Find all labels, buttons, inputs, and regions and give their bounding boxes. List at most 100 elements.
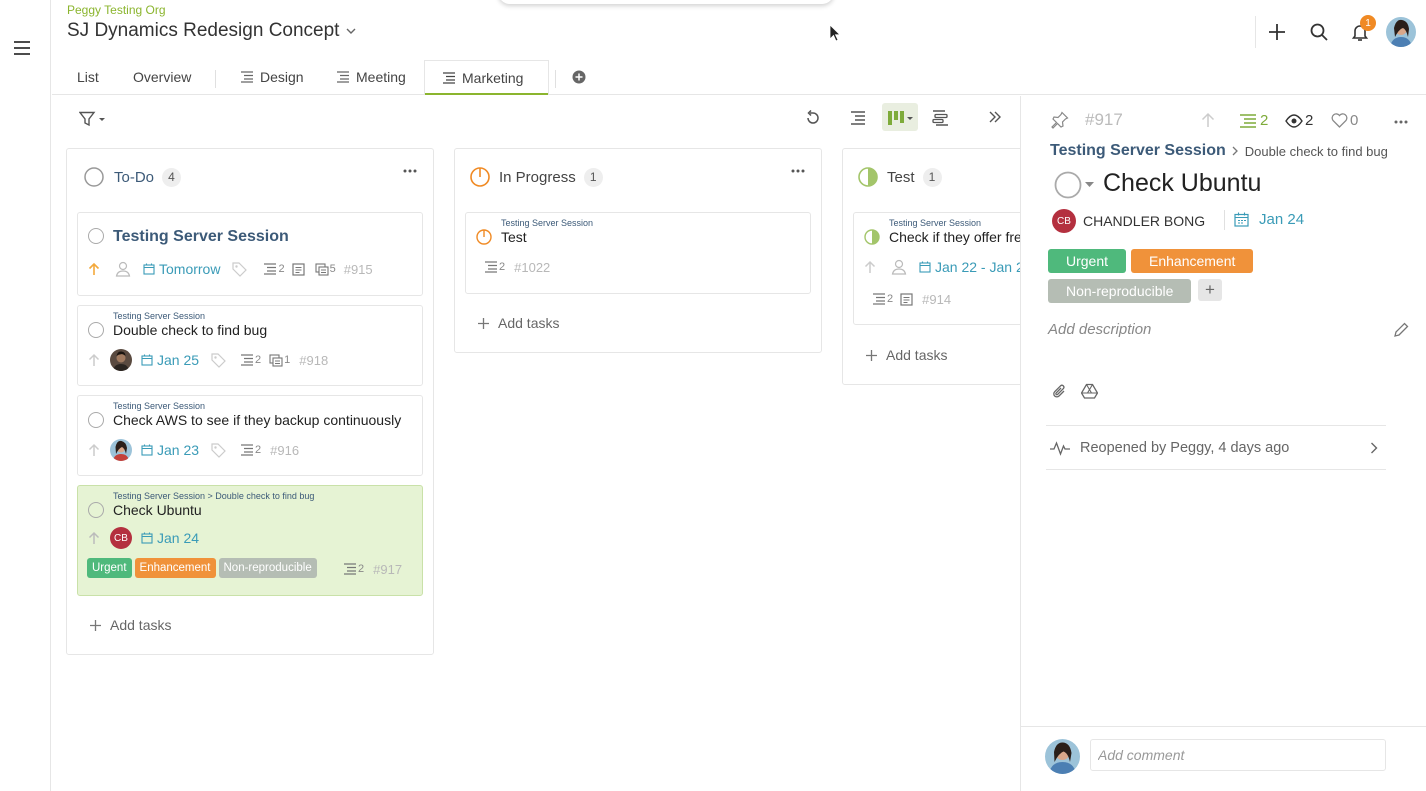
status-in-progress-icon[interactable] [476, 229, 492, 245]
hamburger-icon[interactable] [13, 39, 31, 57]
more-icon[interactable] [791, 169, 805, 173]
status-test-icon [858, 167, 878, 187]
chevron-right-icon [1370, 442, 1378, 454]
google-drive-icon[interactable] [1081, 383, 1098, 399]
due-date[interactable]: Jan 24 [141, 530, 199, 546]
detail-tag-non-reproducible[interactable]: Non-reproducible [1048, 279, 1192, 303]
priority-arrow-icon[interactable] [88, 262, 100, 276]
detail-likes[interactable]: 0 [1331, 112, 1358, 129]
tag-icon[interactable] [232, 261, 248, 277]
breadcrumb-parent[interactable]: Testing Server Session [1050, 142, 1226, 160]
due-date[interactable]: Jan 22 - Jan 2 [919, 259, 1020, 275]
view-tabs: List Overview Design Meeting Marketing [52, 60, 1426, 95]
task-card-917[interactable]: Testing Server Session > Double check to… [77, 485, 423, 596]
org-name[interactable]: Peggy Testing Org [67, 3, 166, 17]
priority-arrow-icon[interactable] [88, 353, 100, 367]
more-icon[interactable] [403, 169, 417, 173]
user-icon[interactable] [115, 261, 131, 277]
assignee-avatar[interactable]: CB [110, 527, 132, 549]
add-tasks-button[interactable]: Add tasks [89, 617, 171, 633]
priority-arrow-icon[interactable] [88, 531, 100, 545]
tag-icon[interactable] [211, 442, 226, 458]
detail-due-date[interactable]: Jan 24 [1234, 211, 1304, 228]
kanban-board: To-Do 4 Testing Server Session Tomorrow … [52, 96, 1020, 791]
plus-icon[interactable] [1265, 20, 1289, 44]
card-meta: 2 #1022 [484, 258, 550, 276]
search-icon[interactable] [1307, 20, 1331, 44]
detail-tag-urgent[interactable]: Urgent [1048, 249, 1127, 273]
detail-watchers[interactable]: 2 [1285, 112, 1313, 129]
due-date[interactable]: Tomorrow [143, 261, 220, 277]
plus-icon [865, 349, 878, 362]
priority-arrow-icon[interactable] [88, 443, 100, 457]
card-meta-right: 2 #917 [343, 560, 402, 578]
subtask-count: 2 [484, 261, 505, 273]
add-tasks-label: Add tasks [886, 347, 948, 363]
status-test-icon[interactable] [864, 229, 880, 245]
due-date[interactable]: Jan 23 [141, 442, 199, 458]
project-title[interactable]: SJ Dynamics Redesign Concept [67, 20, 356, 42]
tab-list[interactable]: List [77, 60, 99, 94]
card-meta-bottom: 2 #914 [872, 290, 951, 308]
checklist-count-text: 1 [284, 354, 291, 366]
subtask-icon [240, 444, 254, 456]
add-tasks-button[interactable]: Add tasks [865, 347, 947, 363]
card-parent: Testing Server Session [889, 218, 982, 228]
chevron-down-icon [1085, 182, 1094, 188]
detail-due-date-text: Jan 24 [1259, 211, 1305, 228]
tag-non-reproducible[interactable]: Non-reproducible [218, 558, 317, 578]
pin-icon[interactable] [1051, 111, 1069, 129]
status-circle[interactable] [88, 502, 104, 518]
status-circle[interactable] [88, 228, 104, 244]
tag-enhancement[interactable]: Enhancement [134, 558, 216, 578]
tag-urgent[interactable]: Urgent [87, 558, 132, 578]
pencil-icon[interactable] [1393, 322, 1409, 338]
add-tasks-button[interactable]: Add tasks [477, 315, 559, 331]
task-card-1022[interactable]: Testing Server Session Test 2 #1022 [465, 212, 811, 294]
column-header: In Progress 1 [455, 149, 821, 205]
due-date-text: Tomorrow [159, 261, 221, 277]
priority-arrow-icon[interactable] [1201, 112, 1215, 128]
card-meta: Jan 22 - Jan 2 [864, 258, 1020, 276]
tag-icon[interactable] [211, 352, 226, 368]
task-card-915[interactable]: Testing Server Session Tomorrow 2 5 #915 [77, 212, 423, 296]
activity-row[interactable]: Reopened by Peggy, 4 days ago [1046, 426, 1386, 470]
detail-subtask-count[interactable]: 2 [1239, 112, 1268, 129]
tab-design[interactable]: Design [240, 60, 304, 94]
column-title: In Progress [499, 168, 576, 186]
detail-assignee[interactable]: CB CHANDLER BONG [1052, 209, 1205, 233]
assignee-avatar[interactable] [110, 439, 132, 461]
tab-marketing[interactable]: Marketing [424, 60, 549, 95]
task-card-918[interactable]: Testing Server Session Double check to f… [77, 305, 423, 386]
column-todo: To-Do 4 Testing Server Session Tomorrow … [66, 148, 434, 655]
description-field[interactable]: Add description [1048, 321, 1151, 338]
detail-status-selector[interactable] [1054, 171, 1094, 199]
detail-title[interactable]: Check Ubuntu [1103, 169, 1261, 198]
assignee-avatar[interactable] [110, 349, 132, 371]
due-date[interactable]: Jan 25 [141, 352, 199, 368]
add-tag-button[interactable]: + [1198, 279, 1222, 301]
chevron-right-icon [1232, 146, 1239, 156]
priority-arrow-icon[interactable] [864, 260, 876, 274]
status-circle[interactable] [88, 322, 104, 338]
breadcrumb-child[interactable]: Double check to find bug [1245, 144, 1388, 159]
status-circle[interactable] [88, 412, 104, 428]
task-detail-panel: #917 2 2 0 Testing Server Session Double… [1020, 96, 1426, 791]
task-card-916[interactable]: Testing Server Session Check AWS to see … [77, 395, 423, 476]
comment-input[interactable] [1090, 739, 1386, 771]
user-avatar[interactable] [1386, 17, 1416, 47]
add-view-button[interactable] [572, 60, 586, 94]
checklist-count-text: 5 [329, 263, 336, 275]
tab-meeting[interactable]: Meeting [336, 60, 406, 94]
task-id: #915 [343, 261, 373, 277]
task-card-914[interactable]: Testing Server Session Check if they off… [853, 212, 1020, 325]
calendar-icon [141, 354, 153, 366]
paperclip-icon[interactable] [1052, 383, 1067, 400]
tab-overview[interactable]: Overview [133, 60, 191, 94]
notification-badge: 1 [1360, 15, 1376, 31]
subtask-count: 2 [263, 263, 285, 275]
more-icon[interactable] [1394, 120, 1408, 124]
detail-tag-enhancement[interactable]: Enhancement [1131, 249, 1254, 273]
user-icon[interactable] [891, 259, 907, 275]
card-tags: Urgent Enhancement Non-reproducible [87, 558, 320, 578]
